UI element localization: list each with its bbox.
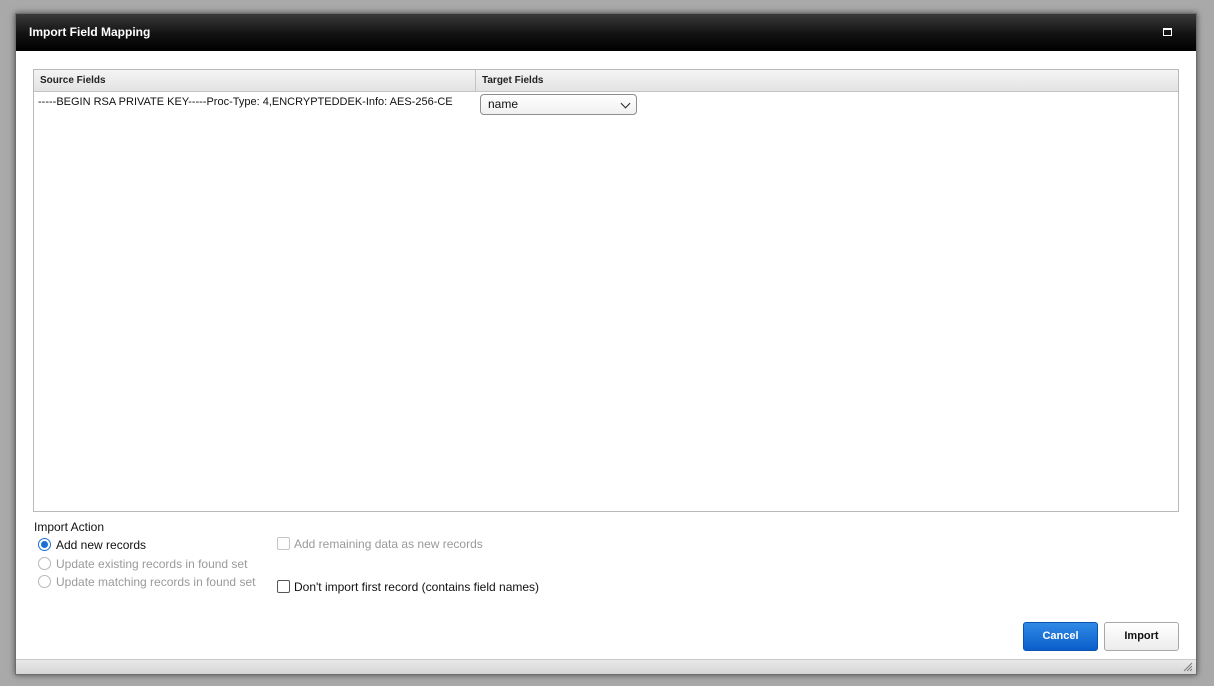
radio-button-checked[interactable] (38, 538, 51, 551)
dialog-footer (16, 659, 1196, 674)
import-field-mapping-dialog: Import Field Mapping Source Fields Targe… (15, 13, 1197, 675)
checkbox-box[interactable] (277, 537, 290, 550)
column-header-target-fields[interactable]: Target Fields (476, 70, 1178, 91)
checkbox-box[interactable] (277, 580, 290, 593)
dialog-title: Import Field Mapping (29, 25, 151, 39)
table-row: -----BEGIN RSA PRIVATE KEY-----Proc-Type… (34, 92, 1178, 117)
resize-grip-icon[interactable] (1183, 662, 1193, 672)
grid-header: Source Fields Target Fields (34, 70, 1178, 92)
radio-label: Update matching records in found set (56, 575, 256, 589)
radio-label: Add new records (56, 538, 147, 552)
radio-label: Update existing records in found set (56, 557, 248, 571)
radio-button[interactable] (38, 575, 51, 588)
checkbox-label: Don't import first record (contains fiel… (294, 580, 540, 594)
chevron-down-icon (620, 98, 631, 109)
import-action-label: Import Action (34, 520, 105, 534)
target-field-value: name (488, 97, 519, 111)
checkbox-label: Add remaining data as new records (294, 537, 483, 551)
source-field-cell: -----BEGIN RSA PRIVATE KEY-----Proc-Type… (38, 96, 453, 108)
target-field-select[interactable]: name (480, 94, 637, 115)
maximize-icon[interactable] (1163, 28, 1172, 36)
dialog-titlebar[interactable]: Import Field Mapping (16, 14, 1196, 51)
column-header-source-fields[interactable]: Source Fields (34, 70, 476, 91)
field-mapping-grid: Source Fields Target Fields -----BEGIN R… (33, 69, 1179, 512)
radio-button[interactable] (38, 557, 51, 570)
import-button[interactable]: Import (1104, 622, 1179, 651)
cancel-button[interactable]: Cancel (1023, 622, 1098, 651)
